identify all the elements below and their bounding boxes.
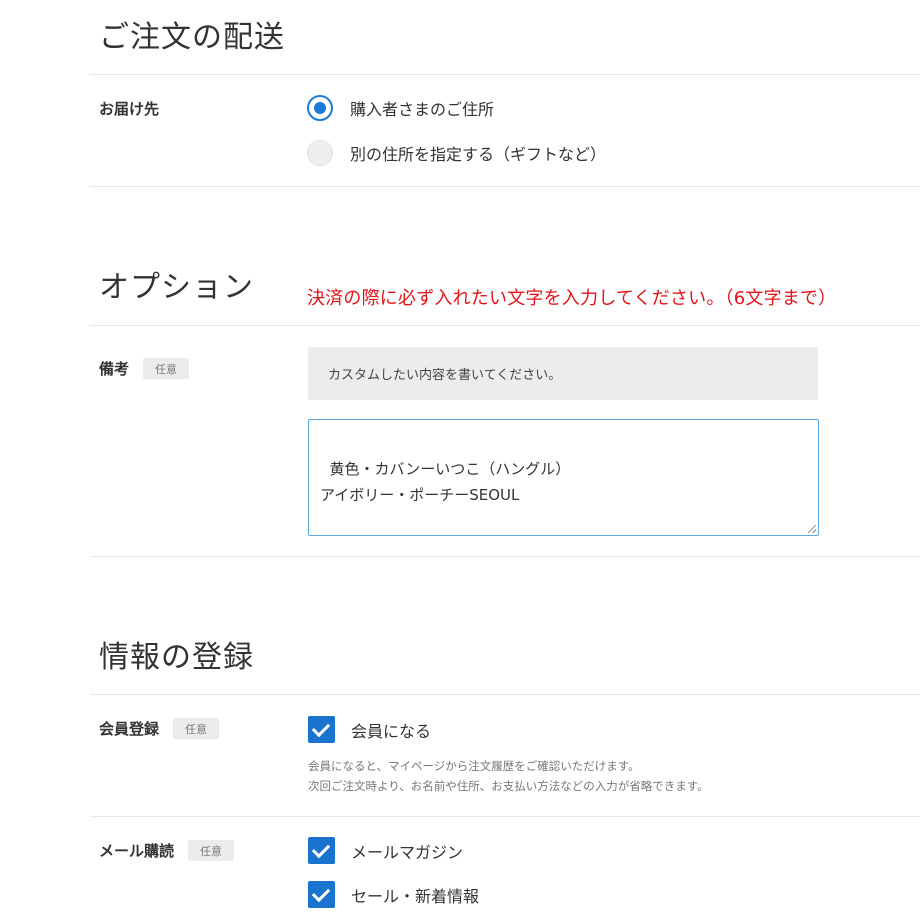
remarks-textarea[interactable]: 黄色・カバンーいつこ（ハングル） アイボリー・ポーチーSEOUL xyxy=(308,419,819,536)
membership-label: 会員登録 任意 xyxy=(99,718,220,739)
remarks-textarea-value: 黄色・カバンーいつこ（ハングル） アイボリー・ポーチーSEOUL xyxy=(320,460,571,504)
remarks-hint-text: カスタムしたい内容を書いてください。 xyxy=(328,368,562,383)
checkmark-icon[interactable] xyxy=(308,716,335,743)
mail-label-text: メール購読 xyxy=(99,842,175,860)
radio-other-address-label: 別の住所を指定する（ギフトなど） xyxy=(350,145,607,164)
remarks-label-text: 備考 xyxy=(99,360,130,378)
divider xyxy=(90,694,920,695)
section-title-info: 情報の登録 xyxy=(99,640,254,675)
section-title-delivery: ご注文の配送 xyxy=(99,20,285,55)
remarks-label: 備考 任意 xyxy=(99,358,190,379)
membership-description-line2: 次回ご注文時より、お名前や住所、お支払い方法などの入力が省略できます。 xyxy=(308,779,709,793)
radio-buyer-address[interactable]: 購入者さまのご住所 xyxy=(307,95,494,121)
section-title-option: オプション xyxy=(99,270,254,305)
delivery-label-text: お届け先 xyxy=(99,100,160,118)
divider xyxy=(90,74,920,75)
checkmark-icon[interactable] xyxy=(308,837,335,864)
divider xyxy=(90,325,920,326)
remarks-hint: カスタムしたい内容を書いてください。 xyxy=(308,347,818,400)
divider xyxy=(90,186,920,187)
radio-buyer-address-label: 購入者さまのご住所 xyxy=(350,100,495,119)
checkbox-become-member-label: 会員になる xyxy=(351,721,432,741)
checkbox-mail-magazine[interactable]: メールマガジン xyxy=(308,837,463,864)
radio-unselected-icon[interactable] xyxy=(307,140,333,166)
resize-handle-icon[interactable] xyxy=(808,525,816,533)
checkmark-icon[interactable] xyxy=(308,881,335,908)
checkbox-mail-magazine-label: メールマガジン xyxy=(351,842,464,862)
checkbox-sale-news-label: セール・新着情報 xyxy=(351,886,480,906)
optional-badge: 任意 xyxy=(188,840,235,861)
membership-label-text: 会員登録 xyxy=(99,720,160,738)
membership-description: 会員になると、マイページから注文履歴をご確認いただけます。 次回ご注文時より、お… xyxy=(308,756,709,796)
radio-other-address[interactable]: 別の住所を指定する（ギフトなど） xyxy=(307,140,606,166)
membership-description-line1: 会員になると、マイページから注文履歴をご確認いただけます。 xyxy=(308,759,640,773)
checkbox-become-member[interactable]: 会員になる xyxy=(308,716,431,743)
mail-label: メール購読 任意 xyxy=(99,840,235,861)
optional-badge: 任意 xyxy=(173,718,220,739)
radio-selected-icon[interactable] xyxy=(307,95,333,121)
delivery-label: お届け先 xyxy=(99,98,159,119)
option-notice: 決済の際に必ず入れたい文字を入力してください。（6文字まで） xyxy=(307,288,837,309)
optional-badge: 任意 xyxy=(143,358,190,379)
checkbox-sale-news[interactable]: セール・新着情報 xyxy=(308,881,479,908)
divider xyxy=(90,556,920,557)
divider xyxy=(90,816,920,817)
